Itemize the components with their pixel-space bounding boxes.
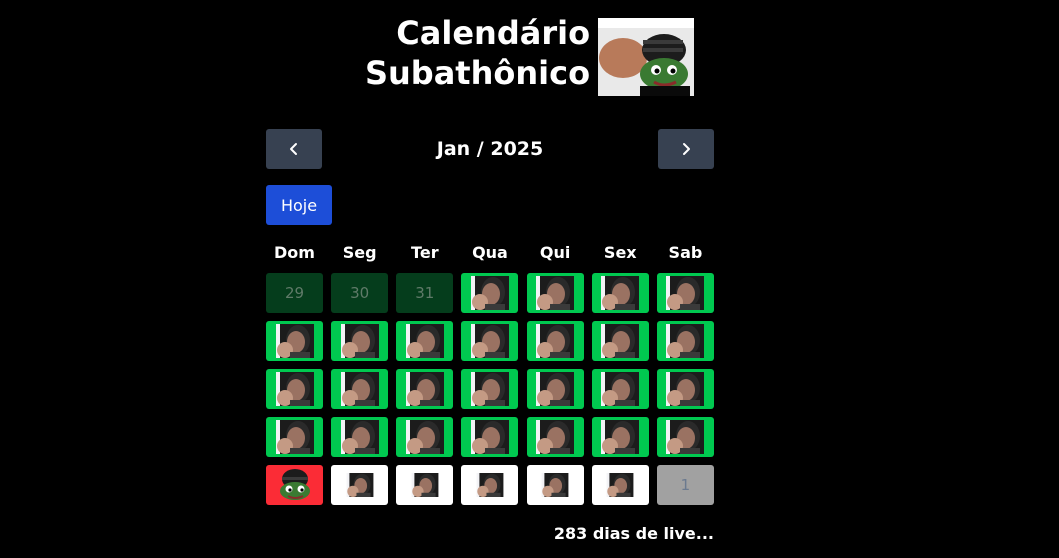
streamer-photo-icon	[470, 372, 509, 406]
calendar-day-live[interactable]	[526, 321, 584, 361]
weekday-header: Dom Seg Ter Qua Qui Sex Sab	[266, 243, 714, 263]
streamer-photo-icon	[601, 324, 640, 358]
calendar-day-live[interactable]	[461, 273, 519, 313]
header: Calendário Subathônico	[0, 10, 1059, 96]
title-line-1: Calendário	[396, 14, 591, 52]
day-number: 1	[680, 476, 691, 494]
calendar-grid: 29 30 31 1	[266, 273, 714, 505]
calendar-day-live[interactable]	[591, 417, 649, 457]
month-navigation: Jan / 2025	[266, 129, 714, 169]
weekday-label: Qui	[539, 243, 571, 262]
streamer-photo-icon	[405, 372, 444, 406]
today-button[interactable]: Hoje	[266, 185, 332, 225]
streamer-photo-icon	[411, 473, 439, 497]
streamer-photo-icon	[666, 372, 705, 406]
streamer-photo-icon	[601, 420, 640, 454]
streamer-photo-icon	[666, 276, 705, 310]
frog-with-beanie-icon	[598, 18, 695, 96]
streamer-photo-icon	[405, 420, 444, 454]
calendar-day-future[interactable]	[331, 465, 389, 505]
streamer-photo-icon	[275, 324, 314, 358]
streamer-photo-icon	[346, 473, 374, 497]
weekday-label: Ter	[411, 243, 439, 262]
next-month-button[interactable]	[658, 129, 714, 169]
calendar-day-live[interactable]	[461, 369, 519, 409]
streamer-photo-icon	[340, 324, 379, 358]
title-line-2: Subathônico	[364, 54, 591, 92]
calendar-day-live[interactable]	[461, 417, 519, 457]
calendar-day-live[interactable]	[331, 417, 389, 457]
calendar-day-live[interactable]	[266, 417, 323, 457]
weekday-label: Qua	[472, 243, 508, 262]
streamer-photo-icon	[536, 324, 575, 358]
streamer-photo-icon	[405, 324, 444, 358]
calendar-day-live[interactable]	[396, 369, 454, 409]
calendar-day-live[interactable]	[656, 321, 714, 361]
streamer-photo-icon	[275, 420, 314, 454]
page-title: Calendário Subathônico	[365, 13, 590, 93]
streamer-photo-icon	[470, 420, 509, 454]
streamer-photo-icon	[601, 276, 640, 310]
chevron-right-icon	[683, 143, 690, 155]
weekday-label: Dom	[274, 243, 315, 262]
calendar-day-prev[interactable]: 29	[266, 273, 323, 313]
calendar-day-live[interactable]	[396, 417, 454, 457]
calendar-day-live[interactable]	[591, 321, 649, 361]
streamer-photo-icon	[536, 420, 575, 454]
calendar-day-future[interactable]	[526, 465, 584, 505]
calendar-day-future[interactable]	[461, 465, 519, 505]
weekday-label: Seg	[342, 243, 377, 262]
live-days-counter: 283 dias de live...	[553, 524, 714, 543]
calendar-day-future[interactable]	[591, 465, 649, 505]
month-label: Jan / 2025	[436, 138, 544, 160]
calendar-day-live[interactable]	[591, 273, 649, 313]
day-number: 31	[415, 284, 435, 302]
calendar-day-live[interactable]	[266, 369, 323, 409]
calendar-day-live[interactable]	[656, 369, 714, 409]
streamer-photo-icon	[340, 372, 379, 406]
calendar-day-live[interactable]	[591, 369, 649, 409]
calendar-day-live[interactable]	[331, 369, 389, 409]
streamer-photo-icon	[536, 372, 575, 406]
calendar-day-today[interactable]	[266, 465, 323, 505]
calendar-day-live[interactable]	[656, 273, 714, 313]
calendar-day-live[interactable]	[526, 273, 584, 313]
streamer-photo-icon	[470, 324, 509, 358]
calendar-day-next[interactable]: 1	[656, 465, 714, 505]
calendar-day-prev[interactable]: 30	[331, 273, 389, 313]
previous-month-button[interactable]	[266, 129, 322, 169]
chevron-left-icon	[290, 143, 297, 155]
weekday-label: Sab	[668, 243, 703, 262]
calendar-day-prev[interactable]: 31	[396, 273, 454, 313]
streamer-photo-icon	[536, 276, 575, 310]
weekday-label: Sex	[603, 243, 637, 262]
streamer-photo-icon	[601, 372, 640, 406]
day-number: 30	[350, 284, 370, 302]
frog-with-beanie-icon	[279, 469, 310, 500]
day-number: 29	[284, 284, 305, 302]
calendar-day-live[interactable]	[461, 321, 519, 361]
streamer-photo-icon	[470, 276, 509, 310]
calendar-day-live[interactable]	[331, 321, 389, 361]
calendar-day-live[interactable]	[656, 417, 714, 457]
calendar-day-live[interactable]	[526, 369, 584, 409]
streamer-photo-icon	[275, 372, 314, 406]
calendar-day-live[interactable]	[266, 321, 323, 361]
calendar-day-future[interactable]	[396, 465, 454, 505]
calendar-day-live[interactable]	[396, 321, 454, 361]
streamer-photo-icon	[606, 473, 634, 497]
streamer-photo-icon	[666, 324, 705, 358]
streamer-photo-icon	[541, 473, 569, 497]
calendar-day-live[interactable]	[526, 417, 584, 457]
streamer-photo-icon	[476, 473, 504, 497]
streamer-photo-icon	[666, 420, 705, 454]
streamer-photo-icon	[340, 420, 379, 454]
